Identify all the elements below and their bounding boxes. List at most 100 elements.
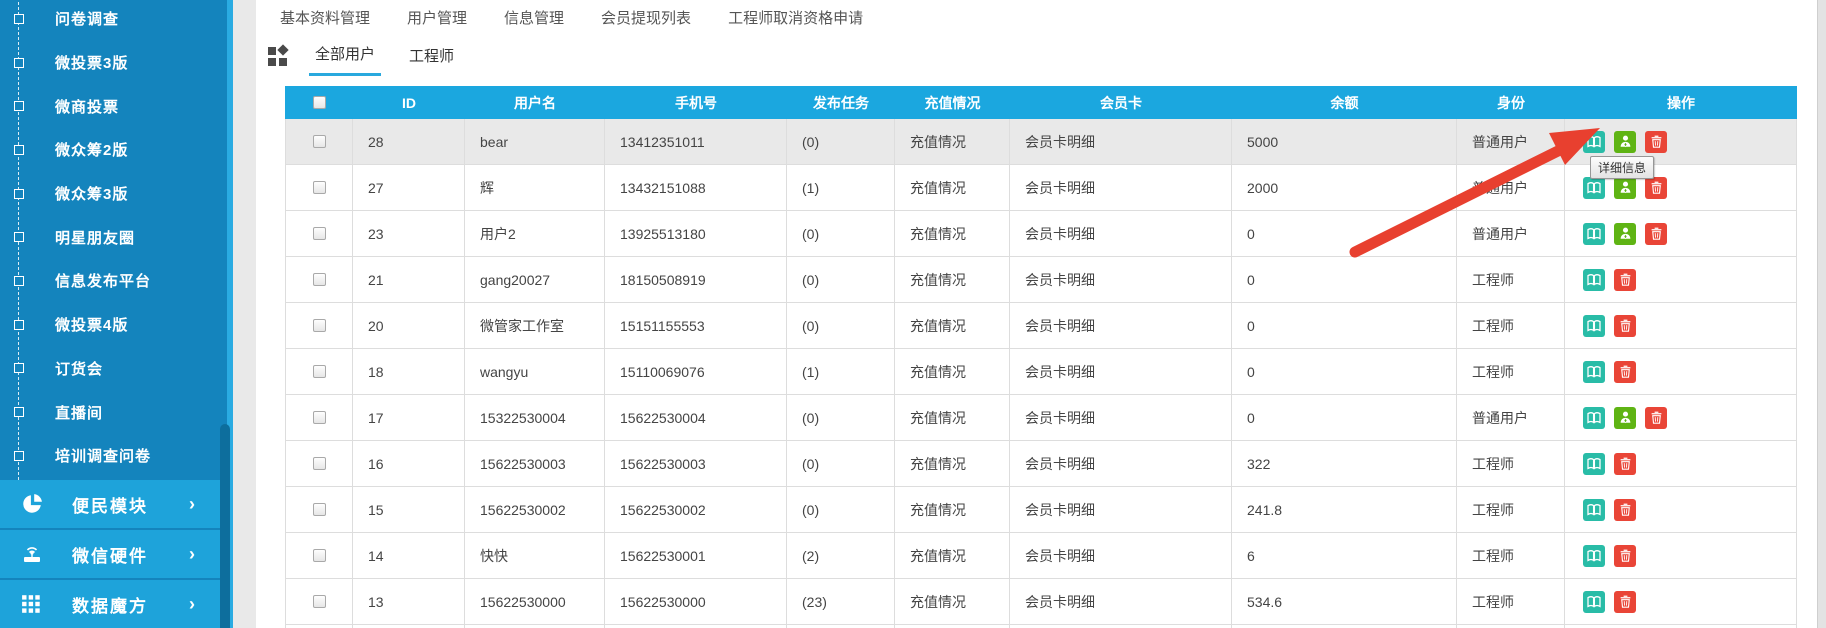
sidebar-module[interactable]: 数据魔方 › [0,580,233,628]
detail-button[interactable] [1583,590,1605,613]
detail-button[interactable] [1583,222,1605,245]
cell-recharge-link[interactable]: 充值情况 [895,119,1010,164]
tree-node-bullet [14,319,24,330]
sidebar-item[interactable]: 直播间 [0,390,233,434]
detail-button[interactable] [1583,452,1605,475]
nav-item-withdraw-list[interactable]: 会员提现列表 [601,7,691,28]
cell-member-card-link[interactable]: 会员卡明细 [1010,119,1232,164]
page-scrollbar[interactable] [1817,0,1826,628]
sidebar-item[interactable]: 信息发布平台 [0,259,233,303]
cell-recharge-link[interactable]: 充值情况 [895,349,1010,394]
cell-member-card-link[interactable]: 会员卡明细 [1010,165,1232,210]
open-book-icon [1586,134,1602,150]
engineer-button[interactable] [1614,222,1636,245]
cell-member-card-link[interactable]: 会员卡明细 [1010,303,1232,348]
delete-button[interactable] [1614,314,1636,337]
cell-recharge-link[interactable]: 充值情况 [895,257,1010,302]
row-checkbox[interactable] [312,411,326,424]
cell-member-card-link[interactable]: 会员卡明细 [1010,211,1232,256]
cell-recharge-link[interactable]: 充值情况 [895,487,1010,532]
table-row: 15 15622530002 15622530002 (0) 充值情况 会员卡明细 241.… [285,487,1797,533]
sidebar-item[interactable]: 订货会 [0,347,233,391]
cell-recharge-link[interactable]: 充值情况 [895,533,1010,578]
cell-id: 14 [353,533,465,578]
sidebar-item[interactable]: 微众筹3版 [0,172,233,216]
pie-chart-icon [20,492,44,516]
row-checkbox[interactable] [312,595,326,608]
row-checkbox[interactable] [312,181,326,194]
cell-member-card-link[interactable]: 会员卡明细 [1010,579,1232,624]
delete-button[interactable] [1614,268,1636,291]
delete-button[interactable] [1614,590,1636,613]
grid-layout-icon[interactable] [268,43,289,66]
cell-member-card-link[interactable]: 会员卡明细 [1010,533,1232,578]
detail-button[interactable] [1583,314,1605,337]
row-checkbox[interactable] [312,135,326,148]
cell-phone: 15622530003 [605,441,787,486]
select-all-checkbox[interactable] [312,96,326,109]
cell-recharge-link[interactable]: 充值情况 [895,303,1010,348]
tab-all-users[interactable]: 全部用户 [309,36,382,76]
delete-button[interactable] [1614,498,1636,521]
row-checkbox[interactable] [312,549,326,562]
detail-button[interactable] [1583,544,1605,567]
sidebar-item[interactable]: 微商投票 [0,84,233,128]
sidebar-item[interactable]: 微投票3版 [0,41,233,85]
nav-item-user-management[interactable]: 用户管理 [407,7,467,28]
sidebar-item[interactable]: 微众筹2版 [0,128,233,172]
detail-button[interactable] [1583,268,1605,291]
cell-recharge-link[interactable]: 充值情况 [895,165,1010,210]
table-row: 23 用户2 13925513180 (0) 充值情况 会员卡明细 0 普通用户 [285,211,1797,257]
detail-button[interactable] [1583,406,1605,429]
cell-recharge-link[interactable]: 充值情况 [895,395,1010,440]
nav-item-info-management[interactable]: 信息管理 [504,7,564,28]
tab-engineers[interactable]: 工程师 [403,38,460,75]
sidebar-module[interactable]: 便民模块 › [0,480,233,528]
cell-id: 13 [353,579,465,624]
engineer-button[interactable] [1614,130,1636,153]
row-checkbox[interactable] [312,273,326,286]
sidebar-item[interactable]: 问卷调查 [0,0,233,41]
sidebar-scrollbar-thumb[interactable] [220,424,230,628]
sidebar-item-label: 明星朋友圈 [55,229,136,247]
row-checkbox[interactable] [312,227,326,240]
nav-item-basic-info[interactable]: 基本资料管理 [280,7,370,28]
sidebar-item[interactable]: 培训调查问卷 [0,434,233,478]
cell-member-card-link[interactable]: 会员卡明细 [1010,487,1232,532]
cell-username: 15622530000 [465,579,605,624]
row-checkbox-cell [285,349,353,394]
delete-button[interactable] [1645,406,1667,429]
cell-identity: 普通用户 [1457,165,1565,210]
cell-member-card-link[interactable]: 会员卡明细 [1010,257,1232,302]
detail-button[interactable] [1583,498,1605,521]
delete-button[interactable] [1614,360,1636,383]
detail-button[interactable] [1583,360,1605,383]
engineer-button[interactable] [1614,406,1636,429]
cell-recharge-link[interactable]: 充值情况 [895,579,1010,624]
cell-identity: 工程师 [1457,579,1565,624]
cell-recharge-link[interactable]: 充值情况 [895,441,1010,486]
cell-member-card-link[interactable]: 会员卡明细 [1010,441,1232,486]
sidebar-item[interactable]: 明星朋友圈 [0,215,233,259]
delete-button[interactable] [1614,544,1636,567]
cell-tasks: (0) [787,303,895,348]
delete-button[interactable] [1645,130,1667,153]
delete-button[interactable] [1614,452,1636,475]
sidebar-item[interactable]: 微投票4版 [0,303,233,347]
nav-item-engineer-cancel[interactable]: 工程师取消资格申请 [728,7,863,28]
cell-member-card-link[interactable]: 会员卡明细 [1010,395,1232,440]
sidebar-module[interactable]: 微信硬件 › [0,530,233,578]
engineer-button[interactable] [1614,176,1636,199]
row-checkbox[interactable] [312,365,326,378]
open-book-icon [1586,180,1602,196]
row-checkbox[interactable] [312,457,326,470]
detail-button[interactable] [1583,176,1605,199]
cell-member-card-link[interactable]: 会员卡明细 [1010,349,1232,394]
row-checkbox[interactable] [312,503,326,516]
delete-button[interactable] [1645,176,1667,199]
row-checkbox[interactable] [312,319,326,332]
cell-recharge-link[interactable]: 充值情况 [895,211,1010,256]
cell-phone: 15151155553 [605,303,787,348]
delete-button[interactable] [1645,222,1667,245]
detail-button[interactable] [1583,130,1605,153]
